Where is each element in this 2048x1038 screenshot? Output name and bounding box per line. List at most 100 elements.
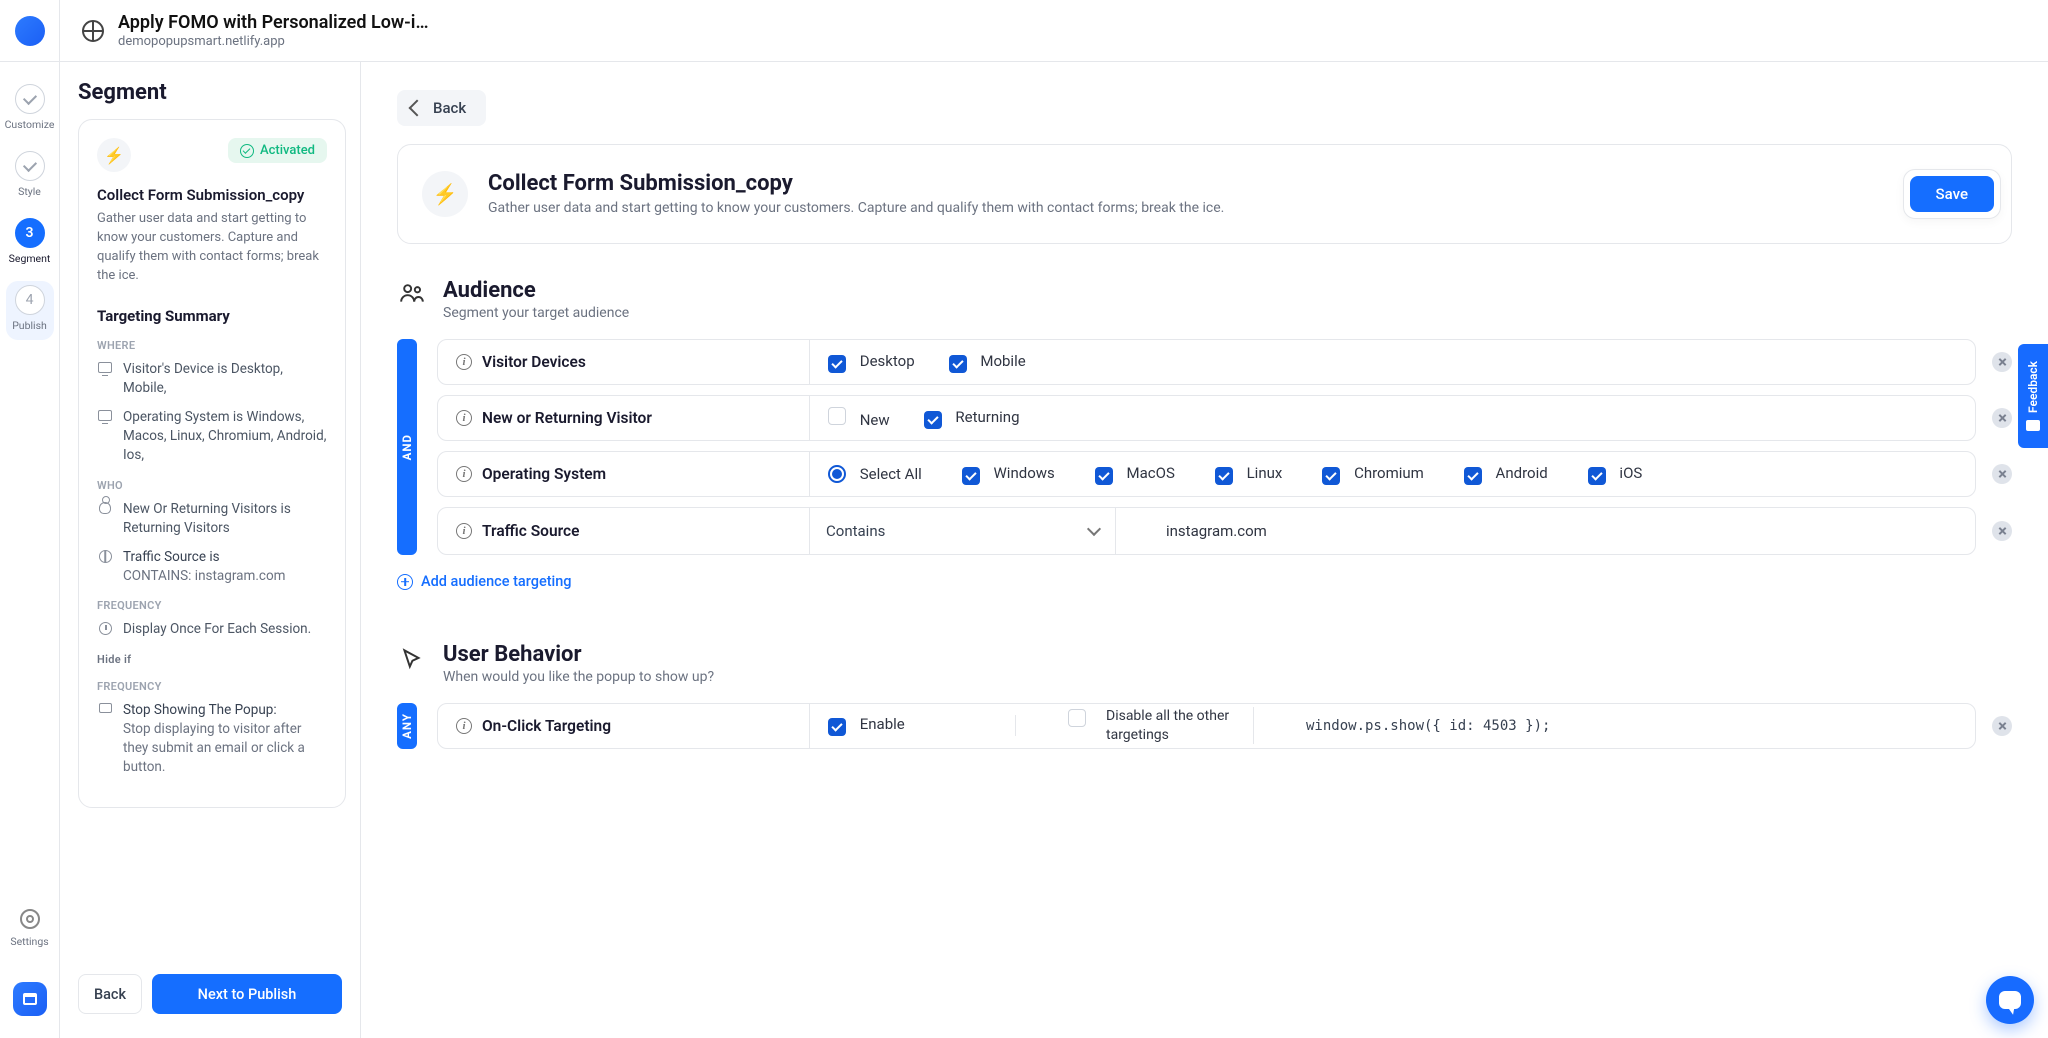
activated-badge: Activated: [228, 138, 327, 163]
summary-label-hideif: Hide if: [97, 653, 327, 666]
summary-text: Visitor's Device is Desktop, Mobile,: [123, 360, 327, 398]
gear-icon: [20, 909, 40, 929]
option-disable-others[interactable]: Disable all the other targetings: [1068, 707, 1235, 743]
rail-step-style[interactable]: Style: [6, 147, 54, 206]
info-icon[interactable]: [456, 410, 472, 426]
rail-settings[interactable]: Settings: [10, 909, 48, 974]
section-subtitle: When would you like the popup to show up…: [443, 669, 714, 685]
traffic-operator-select[interactable]: Contains: [810, 508, 1116, 554]
back-chip[interactable]: Back: [397, 90, 486, 126]
rule-visitor-devices: Visitor Devices Desktop Mob: [437, 339, 1976, 385]
option-returning[interactable]: Returning: [924, 408, 1020, 429]
connector-any[interactable]: ANY: [397, 703, 417, 749]
option-ios[interactable]: iOS: [1588, 464, 1643, 485]
rule-label: Visitor Devices: [482, 353, 586, 371]
rule-label: Operating System: [482, 465, 606, 483]
campaign-domain: demopopupsmart.netlify.app: [118, 34, 429, 50]
option-chromium[interactable]: Chromium: [1322, 464, 1423, 485]
arrow-left-icon: [409, 100, 426, 117]
chat-icon: [1999, 991, 2021, 1009]
onclick-code[interactable]: window.ps.show({ id: 4503 });: [1288, 718, 1975, 734]
page-title-block: Apply FOMO with Personalized Low-i… demo…: [60, 12, 429, 49]
connector-label: AND: [400, 434, 414, 460]
summary-text: Traffic Source is CONTAINS: instagram.co…: [123, 548, 286, 586]
logo-icon: [15, 16, 45, 46]
rule-label: New or Returning Visitor: [482, 409, 652, 427]
option-windows[interactable]: Windows: [962, 464, 1055, 485]
info-icon[interactable]: [456, 718, 472, 734]
option-linux[interactable]: Linux: [1215, 464, 1282, 485]
summary-row: Display Once For Each Session.: [97, 620, 327, 639]
summary-label-frequency: FREQUENCY: [97, 599, 327, 612]
connector-and[interactable]: AND: [397, 339, 417, 555]
check-circle-icon: [240, 144, 254, 158]
monitor-icon: [98, 362, 112, 373]
traffic-value-input[interactable]: instagram.com: [1150, 522, 1975, 540]
hero-desc: Gather user data and start getting to kn…: [488, 200, 1224, 216]
segment-card[interactable]: ⚡ Activated Collect Form Submission_copy…: [78, 119, 346, 808]
save-button[interactable]: Save: [1910, 176, 1994, 212]
top-bar: Apply FOMO with Personalized Low-i… demo…: [0, 0, 2048, 62]
step-number: 4: [26, 292, 34, 308]
remove-rule-button[interactable]: [1992, 408, 2012, 428]
app-logo[interactable]: [0, 0, 60, 62]
checkbox-icon: [949, 355, 967, 373]
checkbox-icon: [1095, 467, 1113, 485]
segment-hero: ⚡ Collect Form Submission_copy Gather us…: [397, 144, 2012, 244]
chevron-down-icon: [1087, 522, 1101, 536]
summary-text: Operating System is Windows, Macos, Linu…: [123, 408, 327, 465]
option-macos[interactable]: MacOS: [1095, 464, 1175, 485]
segment-name: Collect Form Submission_copy: [97, 186, 327, 204]
rail-label: Segment: [9, 252, 51, 265]
option-enable[interactable]: Enable: [828, 715, 905, 736]
left-title: Segment: [78, 80, 346, 105]
save-container: Save: [1903, 169, 2001, 219]
globe-icon: [82, 20, 104, 42]
rail-step-customize[interactable]: Customize: [6, 80, 54, 139]
section-audience-head: Audience Segment your target audience: [399, 278, 2012, 321]
check-icon: [24, 97, 36, 102]
checkbox-icon: [828, 718, 846, 736]
step-rail: Customize Style 3 Segment 4 Publish Sett…: [0, 62, 60, 1038]
chat-launcher[interactable]: [1986, 976, 2034, 1024]
check-icon: [24, 164, 36, 169]
info-icon[interactable]: [456, 523, 472, 539]
checkbox-icon: [1322, 467, 1340, 485]
back-button[interactable]: Back: [78, 974, 142, 1014]
info-icon[interactable]: [456, 354, 472, 370]
checkbox-icon: [924, 411, 942, 429]
info-icon[interactable]: [456, 466, 472, 482]
option-android[interactable]: Android: [1464, 464, 1548, 485]
person-icon: [99, 502, 111, 514]
remove-rule-button[interactable]: [1992, 352, 2012, 372]
option-select-all[interactable]: Select All: [828, 465, 922, 483]
remove-rule-button[interactable]: [1992, 716, 2012, 736]
checkbox-icon: [1464, 467, 1482, 485]
rail-step-publish[interactable]: 4 Publish: [6, 281, 54, 340]
monitor-icon: [98, 410, 112, 421]
bolt-icon: ⚡: [97, 138, 131, 172]
rule-label: On-Click Targeting: [482, 717, 611, 735]
option-mobile[interactable]: Mobile: [949, 352, 1026, 373]
feedback-icon: [2026, 420, 2040, 431]
briefcase-icon: [23, 993, 37, 1005]
next-button[interactable]: Next to Publish: [152, 974, 342, 1014]
rail-step-segment[interactable]: 3 Segment: [6, 214, 54, 273]
summary-row: New Or Returning Visitors is Returning V…: [97, 500, 327, 538]
rule-new-returning: New or Returning Visitor New: [437, 395, 1976, 441]
summary-text: Stop Showing The Popup: Stop displaying …: [123, 701, 327, 777]
rail-briefcase[interactable]: [13, 982, 47, 1016]
hero-title: Collect Form Submission_copy: [488, 171, 1224, 196]
option-new[interactable]: New: [828, 407, 890, 429]
cursor-icon: [399, 642, 427, 676]
summary-row: Traffic Source is CONTAINS: instagram.co…: [97, 548, 327, 586]
remove-rule-button[interactable]: [1992, 464, 2012, 484]
clock-icon: [99, 622, 112, 635]
section-behavior-head: User Behavior When would you like the po…: [399, 642, 2012, 685]
option-desktop[interactable]: Desktop: [828, 352, 915, 373]
checkbox-icon: [828, 355, 846, 373]
remove-rule-button[interactable]: [1992, 521, 2012, 541]
add-audience-targeting[interactable]: Add audience targeting: [397, 573, 572, 590]
feedback-tab[interactable]: Feedback: [2018, 344, 2048, 448]
checkbox-icon: [1215, 467, 1233, 485]
